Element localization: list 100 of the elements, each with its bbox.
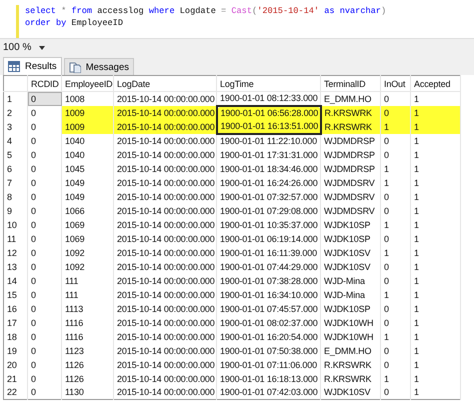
table-cell: 1 bbox=[380, 120, 410, 134]
row-number: 11 bbox=[4, 232, 28, 246]
table-cell: R.KRSWRK bbox=[320, 358, 380, 372]
table-cell: WJDMDSRV bbox=[320, 204, 380, 218]
table-cell: 1900-01-01 16:13:51.000 bbox=[216, 120, 320, 134]
table-cell: 0 bbox=[28, 260, 62, 274]
table-cell: 1 bbox=[410, 274, 460, 288]
table-cell: 1045 bbox=[62, 162, 114, 176]
table-cell: 1126 bbox=[62, 358, 114, 372]
table-cell: 1900-01-01 17:31:31.000 bbox=[216, 148, 320, 162]
table-cell: 1900-01-01 11:22:10.000 bbox=[216, 134, 320, 148]
table-cell: 1049 bbox=[62, 176, 114, 190]
table-cell: 1900-01-01 16:24:26.000 bbox=[216, 176, 320, 190]
table-cell: 1040 bbox=[62, 134, 114, 148]
row-number: 4 bbox=[4, 134, 28, 148]
table-cell: 1069 bbox=[62, 218, 114, 232]
table-cell: 2015-10-14 00:00:00.000 bbox=[114, 344, 216, 358]
table-cell: 0 bbox=[28, 246, 62, 260]
table-cell: WJDK10SP bbox=[320, 302, 380, 316]
table-cell: 1900-01-01 16:18:13.000 bbox=[216, 372, 320, 386]
row-number: 7 bbox=[4, 176, 28, 190]
table-cell: 0 bbox=[28, 344, 62, 358]
table-cell: 1 bbox=[410, 288, 460, 302]
table-cell: WJDMDRSP bbox=[320, 148, 380, 162]
row-number: 15 bbox=[4, 288, 28, 302]
table-cell: R.KRSWRK bbox=[320, 372, 380, 386]
table-cell: 0 bbox=[28, 316, 62, 330]
table-cell: 1 bbox=[380, 372, 410, 386]
table-cell: 1900-01-01 08:02:37.000 bbox=[216, 316, 320, 330]
sql-code-line: order by EmployeeID bbox=[25, 17, 124, 29]
table-cell: 2015-10-14 00:00:00.000 bbox=[114, 120, 216, 134]
column-header[interactable]: EmployeeID bbox=[62, 76, 114, 92]
table-cell: 0 bbox=[380, 302, 410, 316]
table-cell: 0 bbox=[28, 218, 62, 232]
row-number: 5 bbox=[4, 148, 28, 162]
table-cell: 0 bbox=[380, 316, 410, 330]
table-cell: 2015-10-14 00:00:00.000 bbox=[114, 358, 216, 372]
row-number: 17 bbox=[4, 316, 28, 330]
table-cell: 0 bbox=[28, 176, 62, 190]
results-tab[interactable]: Results bbox=[3, 57, 62, 75]
table-cell: 1900-01-01 07:29:08.000 bbox=[216, 204, 320, 218]
table-cell: WJDK10SP bbox=[320, 218, 380, 232]
table-cell: 2015-10-14 00:00:00.000 bbox=[114, 176, 216, 190]
table-cell: 1 bbox=[380, 176, 410, 190]
table-cell: 2015-10-14 00:00:00.000 bbox=[114, 372, 216, 386]
table-cell: 0 bbox=[380, 148, 410, 162]
table-cell: 0 bbox=[380, 274, 410, 288]
table-cell: 111 bbox=[62, 274, 114, 288]
table-cell: 0 bbox=[28, 232, 62, 246]
table-cell: 2015-10-14 00:00:00.000 bbox=[114, 106, 216, 120]
column-header[interactable]: LogDate bbox=[114, 76, 216, 92]
table-cell: 1900-01-01 07:32:57.000 bbox=[216, 190, 320, 204]
table-cell: 1116 bbox=[62, 330, 114, 344]
row-number: 19 bbox=[4, 344, 28, 358]
row-number: 3 bbox=[4, 120, 28, 134]
row-number: 21 bbox=[4, 372, 28, 386]
table-cell: 1 bbox=[380, 330, 410, 344]
table-cell: WJDMDRSP bbox=[320, 134, 380, 148]
table-cell: 2015-10-14 00:00:00.000 bbox=[114, 246, 216, 260]
table-cell: 1 bbox=[410, 386, 460, 400]
table-cell: 1 bbox=[410, 372, 460, 386]
row-number: 2 bbox=[4, 106, 28, 120]
row-number: 10 bbox=[4, 218, 28, 232]
table-cell: 1 bbox=[410, 246, 460, 260]
table-cell: 1092 bbox=[62, 246, 114, 260]
table-cell: 0 bbox=[380, 344, 410, 358]
table-cell: 1 bbox=[410, 260, 460, 274]
sql-code-line: select * from accesslog where Logdate = Cast('2015-10-14' as nvarchar) bbox=[25, 5, 386, 17]
table-cell: 1 bbox=[410, 330, 460, 344]
row-number: 22 bbox=[4, 386, 28, 400]
results-tab[interactable]: Messages bbox=[64, 58, 134, 75]
table-cell: 0 bbox=[28, 358, 62, 372]
table-cell: WJDMDSRV bbox=[320, 176, 380, 190]
table-cell: 1900-01-01 07:50:38.000 bbox=[216, 344, 320, 358]
table-cell: 1 bbox=[410, 358, 460, 372]
table-cell: 0 bbox=[380, 386, 410, 400]
column-header[interactable]: TerminalID bbox=[320, 76, 380, 92]
table-cell: 1 bbox=[410, 162, 460, 176]
table-cell: 1 bbox=[410, 190, 460, 204]
table-cell: 1009 bbox=[62, 120, 114, 134]
column-header[interactable]: LogTime bbox=[216, 76, 320, 92]
table-cell: 1900-01-01 06:19:14.000 bbox=[216, 232, 320, 246]
table-cell: 0 bbox=[380, 232, 410, 246]
table-cell: 1 bbox=[410, 232, 460, 246]
column-header[interactable]: InOut bbox=[380, 76, 410, 92]
table-cell: 1900-01-01 16:11:39.000 bbox=[216, 246, 320, 260]
table-cell: 1900-01-01 07:42:03.000 bbox=[216, 386, 320, 400]
table-cell: 0 bbox=[28, 190, 62, 204]
table-cell: 111 bbox=[62, 288, 114, 302]
table-cell: 0 bbox=[28, 134, 62, 148]
table-cell: 2015-10-14 00:00:00.000 bbox=[114, 302, 216, 316]
table-cell: WJD-Mina bbox=[320, 274, 380, 288]
column-header[interactable]: Accepted bbox=[410, 76, 460, 92]
table-cell: 1049 bbox=[62, 190, 114, 204]
table-cell: 1900-01-01 07:45:57.000 bbox=[216, 302, 320, 316]
table-cell: 0 bbox=[28, 372, 62, 386]
zoom-dropdown[interactable]: 100 % bbox=[3, 42, 46, 53]
table-cell: WJDK10SV bbox=[320, 260, 380, 274]
row-number: 20 bbox=[4, 358, 28, 372]
row-number: 16 bbox=[4, 302, 28, 316]
